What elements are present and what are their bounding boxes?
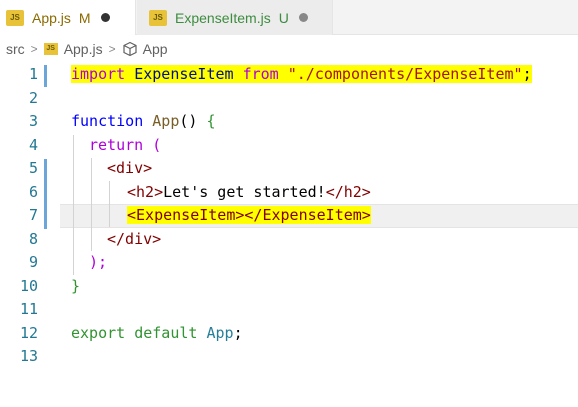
code-line: 4 return (: [0, 134, 578, 158]
tab-expenseitem-js[interactable]: JS ExpenseItem.js U: [137, 0, 333, 35]
code-text: function App() {: [71, 112, 216, 130]
code-text: <div>: [107, 159, 153, 177]
code-line: 11: [0, 298, 578, 322]
indent-guide: [73, 135, 74, 275]
code-text: <h2>Let's get started!</h2>: [127, 182, 371, 201]
line-number: 9: [28, 253, 38, 271]
line-number: 13: [19, 347, 38, 365]
breadcrumb: src > JS App.js > App: [0, 35, 578, 63]
code-line: 8 </div>: [0, 228, 578, 252]
breadcrumb-symbol[interactable]: App: [143, 41, 168, 57]
code-line: 5 <div>: [0, 157, 578, 181]
line-number: 11: [19, 300, 38, 318]
code-text: }: [71, 276, 81, 295]
code-text: </div>: [107, 229, 162, 248]
code-line: 2: [0, 87, 578, 111]
code-line: 12 export default App;: [0, 322, 578, 346]
code-line: 3 function App() {: [0, 110, 578, 134]
chevron-right-icon: >: [30, 42, 38, 56]
code-line: 13: [0, 345, 578, 369]
code-line: 1 import ExpenseItem from "./components/…: [0, 63, 578, 87]
code-text: export default App;: [71, 323, 243, 342]
chevron-right-icon: >: [108, 42, 116, 56]
indent-guide: [91, 158, 92, 251]
code-text: <ExpenseItem></ExpenseItem>: [127, 206, 371, 224]
line-number: 12: [19, 323, 38, 342]
line-number: 6: [28, 182, 38, 201]
line-number: 2: [28, 88, 38, 107]
line-number: 5: [28, 159, 38, 177]
line-number: 3: [28, 112, 38, 130]
unsaved-dot-icon[interactable]: [298, 13, 308, 22]
js-file-icon: JS: [6, 9, 24, 26]
line-number: 4: [28, 135, 38, 154]
code-text: return (: [89, 135, 162, 154]
code-editor[interactable]: 1 import ExpenseItem from "./components/…: [0, 63, 578, 407]
line-number: 7: [28, 206, 38, 224]
breadcrumb-folder[interactable]: src: [6, 41, 25, 57]
line-number: 1: [28, 65, 38, 83]
tab-label: ExpenseItem.js: [175, 9, 271, 26]
code-text: );: [89, 253, 108, 271]
tab-bar: JS App.js M JS ExpenseItem.js U: [0, 0, 578, 35]
js-file-icon: JS: [43, 43, 58, 55]
unsaved-dot-icon[interactable]: [100, 13, 110, 22]
line-number: 8: [28, 229, 38, 248]
code-line: 9 );: [0, 251, 578, 275]
js-file-icon: JS: [149, 9, 167, 26]
symbol-cube-icon: [123, 41, 137, 57]
tab-app-js[interactable]: JS App.js M: [0, 0, 136, 35]
tab-label: App.js: [32, 9, 71, 26]
line-number: 10: [19, 276, 38, 295]
code-line-current: 7 <ExpenseItem></ExpenseItem>: [0, 204, 578, 228]
breadcrumb-file[interactable]: App.js: [64, 41, 103, 57]
untracked-status: U: [278, 9, 289, 26]
code-line: 6 <h2>Let's get started!</h2>: [0, 181, 578, 205]
modified-status: M: [78, 9, 91, 26]
code-line: 10 }: [0, 275, 578, 299]
indent-guide: [109, 181, 110, 227]
code-text: import ExpenseItem from "./components/Ex…: [71, 65, 532, 83]
